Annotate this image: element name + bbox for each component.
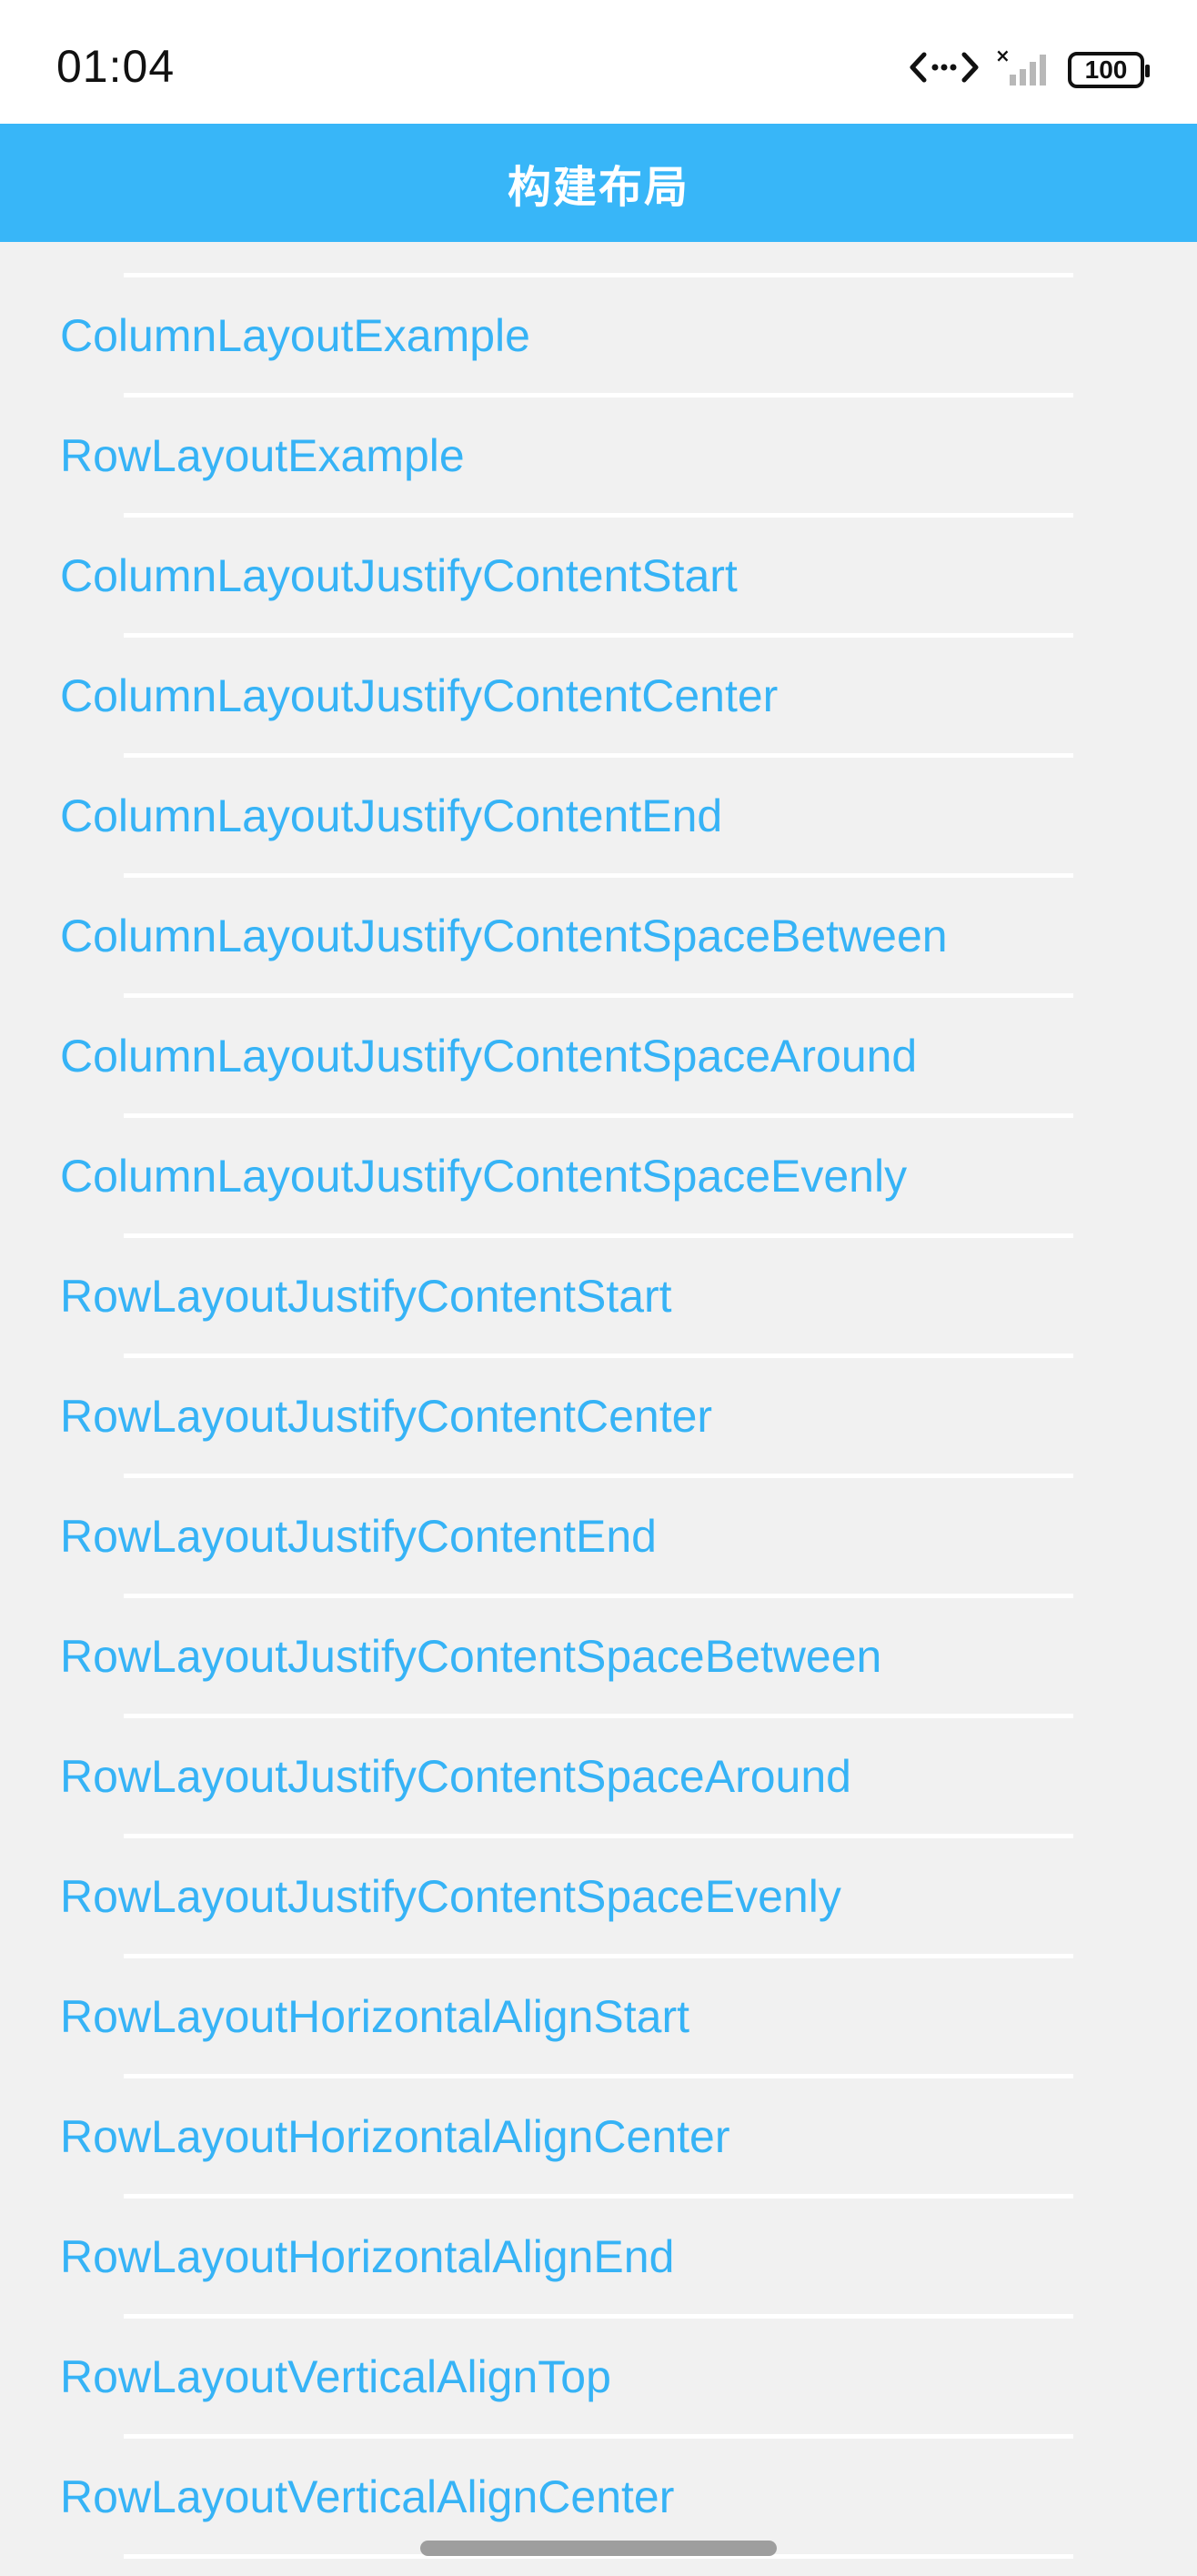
list-item[interactable]: RowLayoutJustifyContentSpaceBetween bbox=[0, 1598, 1197, 1715]
list-item-label: RowLayoutJustifyContentStart bbox=[60, 1271, 672, 1322]
list-item[interactable]: RowLayoutVerticalAlignTop bbox=[0, 2319, 1197, 2435]
list-item[interactable]: ColumnLayoutJustifyContentStart bbox=[0, 518, 1197, 634]
list-item[interactable]: RowLayoutJustifyContentCenter bbox=[0, 1358, 1197, 1474]
list-item[interactable]: ColumnLayoutJustifyContentSpaceEvenly bbox=[0, 1118, 1197, 1234]
list-item-label: RowLayoutJustifyContentSpaceBetween bbox=[60, 1631, 882, 1682]
list-item[interactable]: ColumnLayoutJustifyContentSpaceAround bbox=[0, 998, 1197, 1114]
list-item[interactable]: ColumnLayoutJustifyContentEnd bbox=[0, 758, 1197, 874]
svg-text:×: × bbox=[995, 47, 1011, 66]
list-item-label: RowLayoutHorizontalAlignEnd bbox=[60, 2231, 675, 2282]
list-item-label: RowLayoutJustifyContentEnd bbox=[60, 1511, 657, 1562]
code-arrows-icon bbox=[910, 49, 979, 90]
list-item[interactable]: ColumnLayoutExample bbox=[0, 277, 1197, 394]
status-time: 01:04 bbox=[56, 41, 176, 92]
list-item-label: ColumnLayoutJustifyContentStart bbox=[60, 550, 738, 601]
battery-level: 100 bbox=[1084, 55, 1128, 84]
list-item-label: RowLayoutHorizontalAlignCenter bbox=[60, 2111, 730, 2162]
list-item[interactable]: RowLayoutJustifyContentSpaceAround bbox=[0, 1718, 1197, 1835]
list-item[interactable]: RowLayoutExample bbox=[0, 397, 1197, 514]
list-item[interactable]: ColumnLayoutJustifyContentCenter bbox=[0, 638, 1197, 754]
list-item[interactable]: RowLayoutHorizontalAlignEnd bbox=[0, 2199, 1197, 2315]
list-item[interactable]: RowLayoutJustifyContentEnd bbox=[0, 1478, 1197, 1595]
list-item-label: RowLayoutJustifyContentSpaceAround bbox=[60, 1751, 851, 1802]
list-item-label: ColumnLayoutJustifyContentEnd bbox=[60, 790, 723, 841]
title-bar: 构建布局 bbox=[0, 124, 1197, 242]
list-item-label: RowLayoutExample bbox=[60, 430, 465, 481]
list-item-label: ColumnLayoutJustifyContentSpaceEvenly bbox=[60, 1151, 908, 1202]
page-title: 构建布局 bbox=[507, 162, 689, 213]
list-item[interactable]: RowLayoutJustifyContentSpaceEvenly bbox=[0, 1838, 1197, 1955]
list-item[interactable]: RowLayoutJustifyContentStart bbox=[0, 1238, 1197, 1354]
list-item-label: ColumnLayoutJustifyContentCenter bbox=[60, 670, 779, 721]
list-item[interactable]: RowLayoutHorizontalAlignStart bbox=[0, 1958, 1197, 2075]
list-item-label: RowLayoutVerticalAlignCenter bbox=[60, 2471, 675, 2522]
list-item-label: RowLayoutVerticalAlignTop bbox=[60, 2351, 611, 2402]
list-item-label: ColumnLayoutJustifyContentSpaceBetween bbox=[60, 911, 948, 961]
list-item-label: ColumnLayoutExample bbox=[60, 310, 530, 361]
list-item[interactable]: RowLayoutHorizontalAlignCenter bbox=[0, 2078, 1197, 2195]
list-item[interactable]: RowLayoutVerticalAlignCenter bbox=[0, 2439, 1197, 2555]
list-item-label: ColumnLayoutJustifyContentSpaceAround bbox=[60, 1031, 918, 1082]
list-item[interactable]: ColumnLayoutJustifyContentSpaceBetween bbox=[0, 878, 1197, 994]
signal-off-icon: × bbox=[995, 45, 1051, 92]
battery-icon: 100 bbox=[1068, 51, 1150, 88]
status-bar: 01:04 × 100 bbox=[0, 0, 1197, 124]
list-item-label: RowLayoutJustifyContentSpaceEvenly bbox=[60, 1871, 841, 1922]
home-indicator[interactable] bbox=[420, 2541, 777, 2556]
list-item-label: RowLayoutJustifyContentCenter bbox=[60, 1391, 713, 1442]
list-item-label: RowLayoutHorizontalAlignStart bbox=[60, 1991, 690, 2042]
status-icons: × 100 bbox=[910, 45, 1150, 92]
app-screen: 01:04 × 100 构建布局 ColumnLayoutExample Row… bbox=[0, 0, 1197, 2576]
